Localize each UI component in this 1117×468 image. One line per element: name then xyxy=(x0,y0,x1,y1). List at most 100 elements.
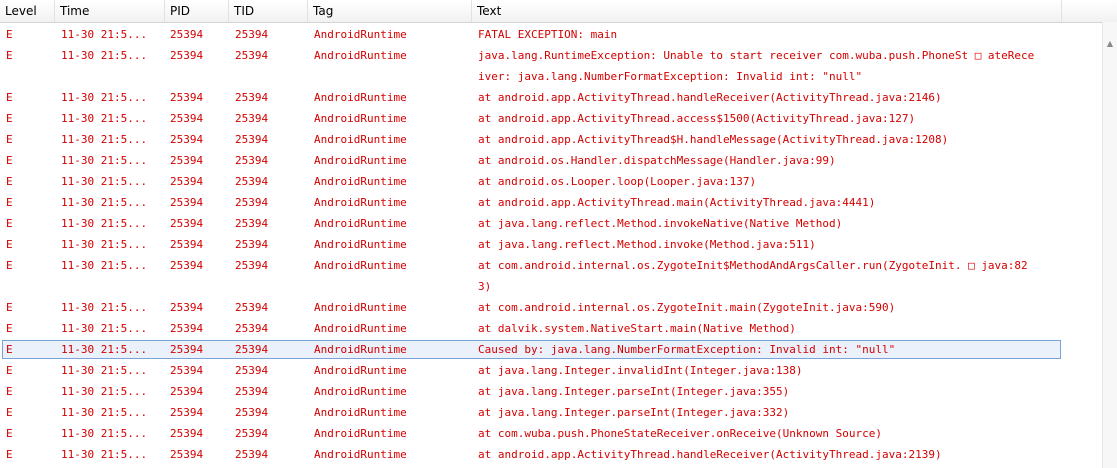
time-cell: 11-30 21:5... xyxy=(61,91,148,104)
tid-cell: 25394 xyxy=(235,259,269,272)
table-row[interactable]: E 11-30 21:5... 25394 25394 AndroidRuntime at… xyxy=(0,444,1103,465)
chevron-up-icon[interactable]: ▲ xyxy=(1105,40,1115,48)
tag-cell: AndroidRuntime xyxy=(314,28,407,41)
text-cell: at android.app.ActivityThread.handleRece… xyxy=(478,91,942,104)
level-cell: E xyxy=(6,133,13,146)
column-header-level[interactable]: Level xyxy=(0,0,55,22)
table-row[interactable]: E 11-30 21:5... 25394 25394 AndroidRuntime at… xyxy=(0,129,1103,150)
time-cell: 11-30 21:5... xyxy=(61,448,148,461)
column-header-tag[interactable]: Tag xyxy=(308,0,472,22)
tid-cell: 25394 xyxy=(235,364,269,377)
tid-cell: 25394 xyxy=(235,196,269,209)
tag-cell: AndroidRuntime xyxy=(314,259,407,272)
tid-cell: 25394 xyxy=(235,112,269,125)
tid-cell: 25394 xyxy=(235,154,269,167)
table-row[interactable]: E 11-30 21:5... 25394 25394 AndroidRuntime at… xyxy=(0,402,1103,423)
column-header-text[interactable]: Text xyxy=(472,0,1062,22)
pid-cell: 25394 xyxy=(170,175,204,188)
tag-cell: AndroidRuntime xyxy=(314,154,407,167)
table-row[interactable]: E 11-30 21:5... 25394 25394 AndroidRuntime at… xyxy=(0,171,1103,192)
tag-cell: AndroidRuntime xyxy=(314,238,407,251)
time-cell: 11-30 21:5... xyxy=(61,322,148,335)
pid-cell: 25394 xyxy=(170,238,204,251)
table-row[interactable]: E 11-30 21:5... 25394 25394 AndroidRuntime at… xyxy=(0,423,1103,444)
pid-cell: 25394 xyxy=(170,322,204,335)
level-cell: E xyxy=(6,301,13,314)
level-cell: E xyxy=(6,343,13,356)
table-row[interactable]: E 11-30 21:5... 25394 25394 AndroidRuntime at… xyxy=(0,87,1103,108)
text-cell: at java.lang.Integer.parseInt(Integer.ja… xyxy=(478,385,790,398)
text-cell: Caused by: java.lang.NumberFormatExcepti… xyxy=(478,343,896,356)
table-row[interactable]: E 11-30 21:5... 25394 25394 AndroidRuntime at… xyxy=(0,255,1103,297)
table-row[interactable]: E 11-30 21:5... 25394 25394 AndroidRuntime ja… xyxy=(0,45,1103,87)
level-cell: E xyxy=(6,322,13,335)
pid-cell: 25394 xyxy=(170,385,204,398)
pid-cell: 25394 xyxy=(170,259,204,272)
table-row[interactable]: E 11-30 21:5... 25394 25394 AndroidRuntime at… xyxy=(0,234,1103,255)
time-cell: 11-30 21:5... xyxy=(61,175,148,188)
time-cell: 11-30 21:5... xyxy=(61,49,148,62)
table-row[interactable]: E 11-30 21:5... 25394 25394 AndroidRuntime at… xyxy=(0,381,1103,402)
tag-cell: AndroidRuntime xyxy=(314,133,407,146)
vertical-scrollbar[interactable]: ▲ xyxy=(1102,22,1117,468)
tid-cell: 25394 xyxy=(235,133,269,146)
column-header-tid[interactable]: TID xyxy=(229,0,308,22)
tid-cell: 25394 xyxy=(235,91,269,104)
level-cell: E xyxy=(6,427,13,440)
text-cell: at java.lang.Integer.parseInt(Integer.ja… xyxy=(478,406,790,419)
column-header-time[interactable]: Time xyxy=(55,0,165,22)
table-row[interactable]: E 11-30 21:5... 25394 25394 AndroidRuntime at… xyxy=(0,108,1103,129)
text-cell: java.lang.RuntimeException: Unable to st… xyxy=(478,49,1035,83)
tid-cell: 25394 xyxy=(235,238,269,251)
text-cell: at com.wuba.push.PhoneStateReceiver.onRe… xyxy=(478,427,882,440)
pid-cell: 25394 xyxy=(170,28,204,41)
table-row[interactable]: E 11-30 21:5... 25394 25394 AndroidRuntime at… xyxy=(0,297,1103,318)
time-cell: 11-30 21:5... xyxy=(61,259,148,272)
tid-cell: 25394 xyxy=(235,28,269,41)
time-cell: 11-30 21:5... xyxy=(61,112,148,125)
table-row[interactable]: E 11-30 21:5... 25394 25394 AndroidRuntime at… xyxy=(0,213,1103,234)
text-cell: at dalvik.system.NativeStart.main(Native… xyxy=(478,322,796,335)
table-row[interactable]: E 11-30 21:5... 25394 25394 AndroidRuntime at… xyxy=(0,150,1103,171)
tag-cell: AndroidRuntime xyxy=(314,301,407,314)
column-header-pid[interactable]: PID xyxy=(165,0,229,22)
level-cell: E xyxy=(6,49,13,62)
time-cell: 11-30 21:5... xyxy=(61,133,148,146)
time-cell: 11-30 21:5... xyxy=(61,364,148,377)
tag-cell: AndroidRuntime xyxy=(314,406,407,419)
text-cell: at com.android.internal.os.ZygoteInit.ma… xyxy=(478,301,896,314)
table-row[interactable]: E 11-30 21:5... 25394 25394 AndroidRuntime at… xyxy=(0,192,1103,213)
pid-cell: 25394 xyxy=(170,427,204,440)
tid-cell: 25394 xyxy=(235,322,269,335)
table-row[interactable]: E 11-30 21:5... 25394 25394 AndroidRuntime Ca… xyxy=(0,339,1103,360)
time-cell: 11-30 21:5... xyxy=(61,343,148,356)
text-cell: at android.app.ActivityThread.handleRece… xyxy=(478,448,942,461)
pid-cell: 25394 xyxy=(170,217,204,230)
table-row[interactable]: E 11-30 21:5... 25394 25394 AndroidRuntime at… xyxy=(0,318,1103,339)
time-cell: 11-30 21:5... xyxy=(61,28,148,41)
tag-cell: AndroidRuntime xyxy=(314,385,407,398)
tid-cell: 25394 xyxy=(235,406,269,419)
table-row[interactable]: E 11-30 21:5... 25394 25394 AndroidRuntime FA… xyxy=(0,24,1103,45)
text-cell: at com.android.internal.os.ZygoteInit$Me… xyxy=(478,259,1028,293)
time-cell: 11-30 21:5... xyxy=(61,427,148,440)
level-cell: E xyxy=(6,175,13,188)
tag-cell: AndroidRuntime xyxy=(314,196,407,209)
tag-cell: AndroidRuntime xyxy=(314,49,407,62)
pid-cell: 25394 xyxy=(170,49,204,62)
tid-cell: 25394 xyxy=(235,175,269,188)
time-cell: 11-30 21:5... xyxy=(61,238,148,251)
tid-cell: 25394 xyxy=(235,343,269,356)
pid-cell: 25394 xyxy=(170,154,204,167)
level-cell: E xyxy=(6,259,13,272)
table-row[interactable]: E 11-30 21:5... 25394 25394 AndroidRuntime at… xyxy=(0,360,1103,381)
time-cell: 11-30 21:5... xyxy=(61,385,148,398)
time-cell: 11-30 21:5... xyxy=(61,196,148,209)
pid-cell: 25394 xyxy=(170,112,204,125)
pid-cell: 25394 xyxy=(170,406,204,419)
time-cell: 11-30 21:5... xyxy=(61,154,148,167)
level-cell: E xyxy=(6,385,13,398)
tid-cell: 25394 xyxy=(235,427,269,440)
time-cell: 11-30 21:5... xyxy=(61,406,148,419)
tag-cell: AndroidRuntime xyxy=(314,322,407,335)
